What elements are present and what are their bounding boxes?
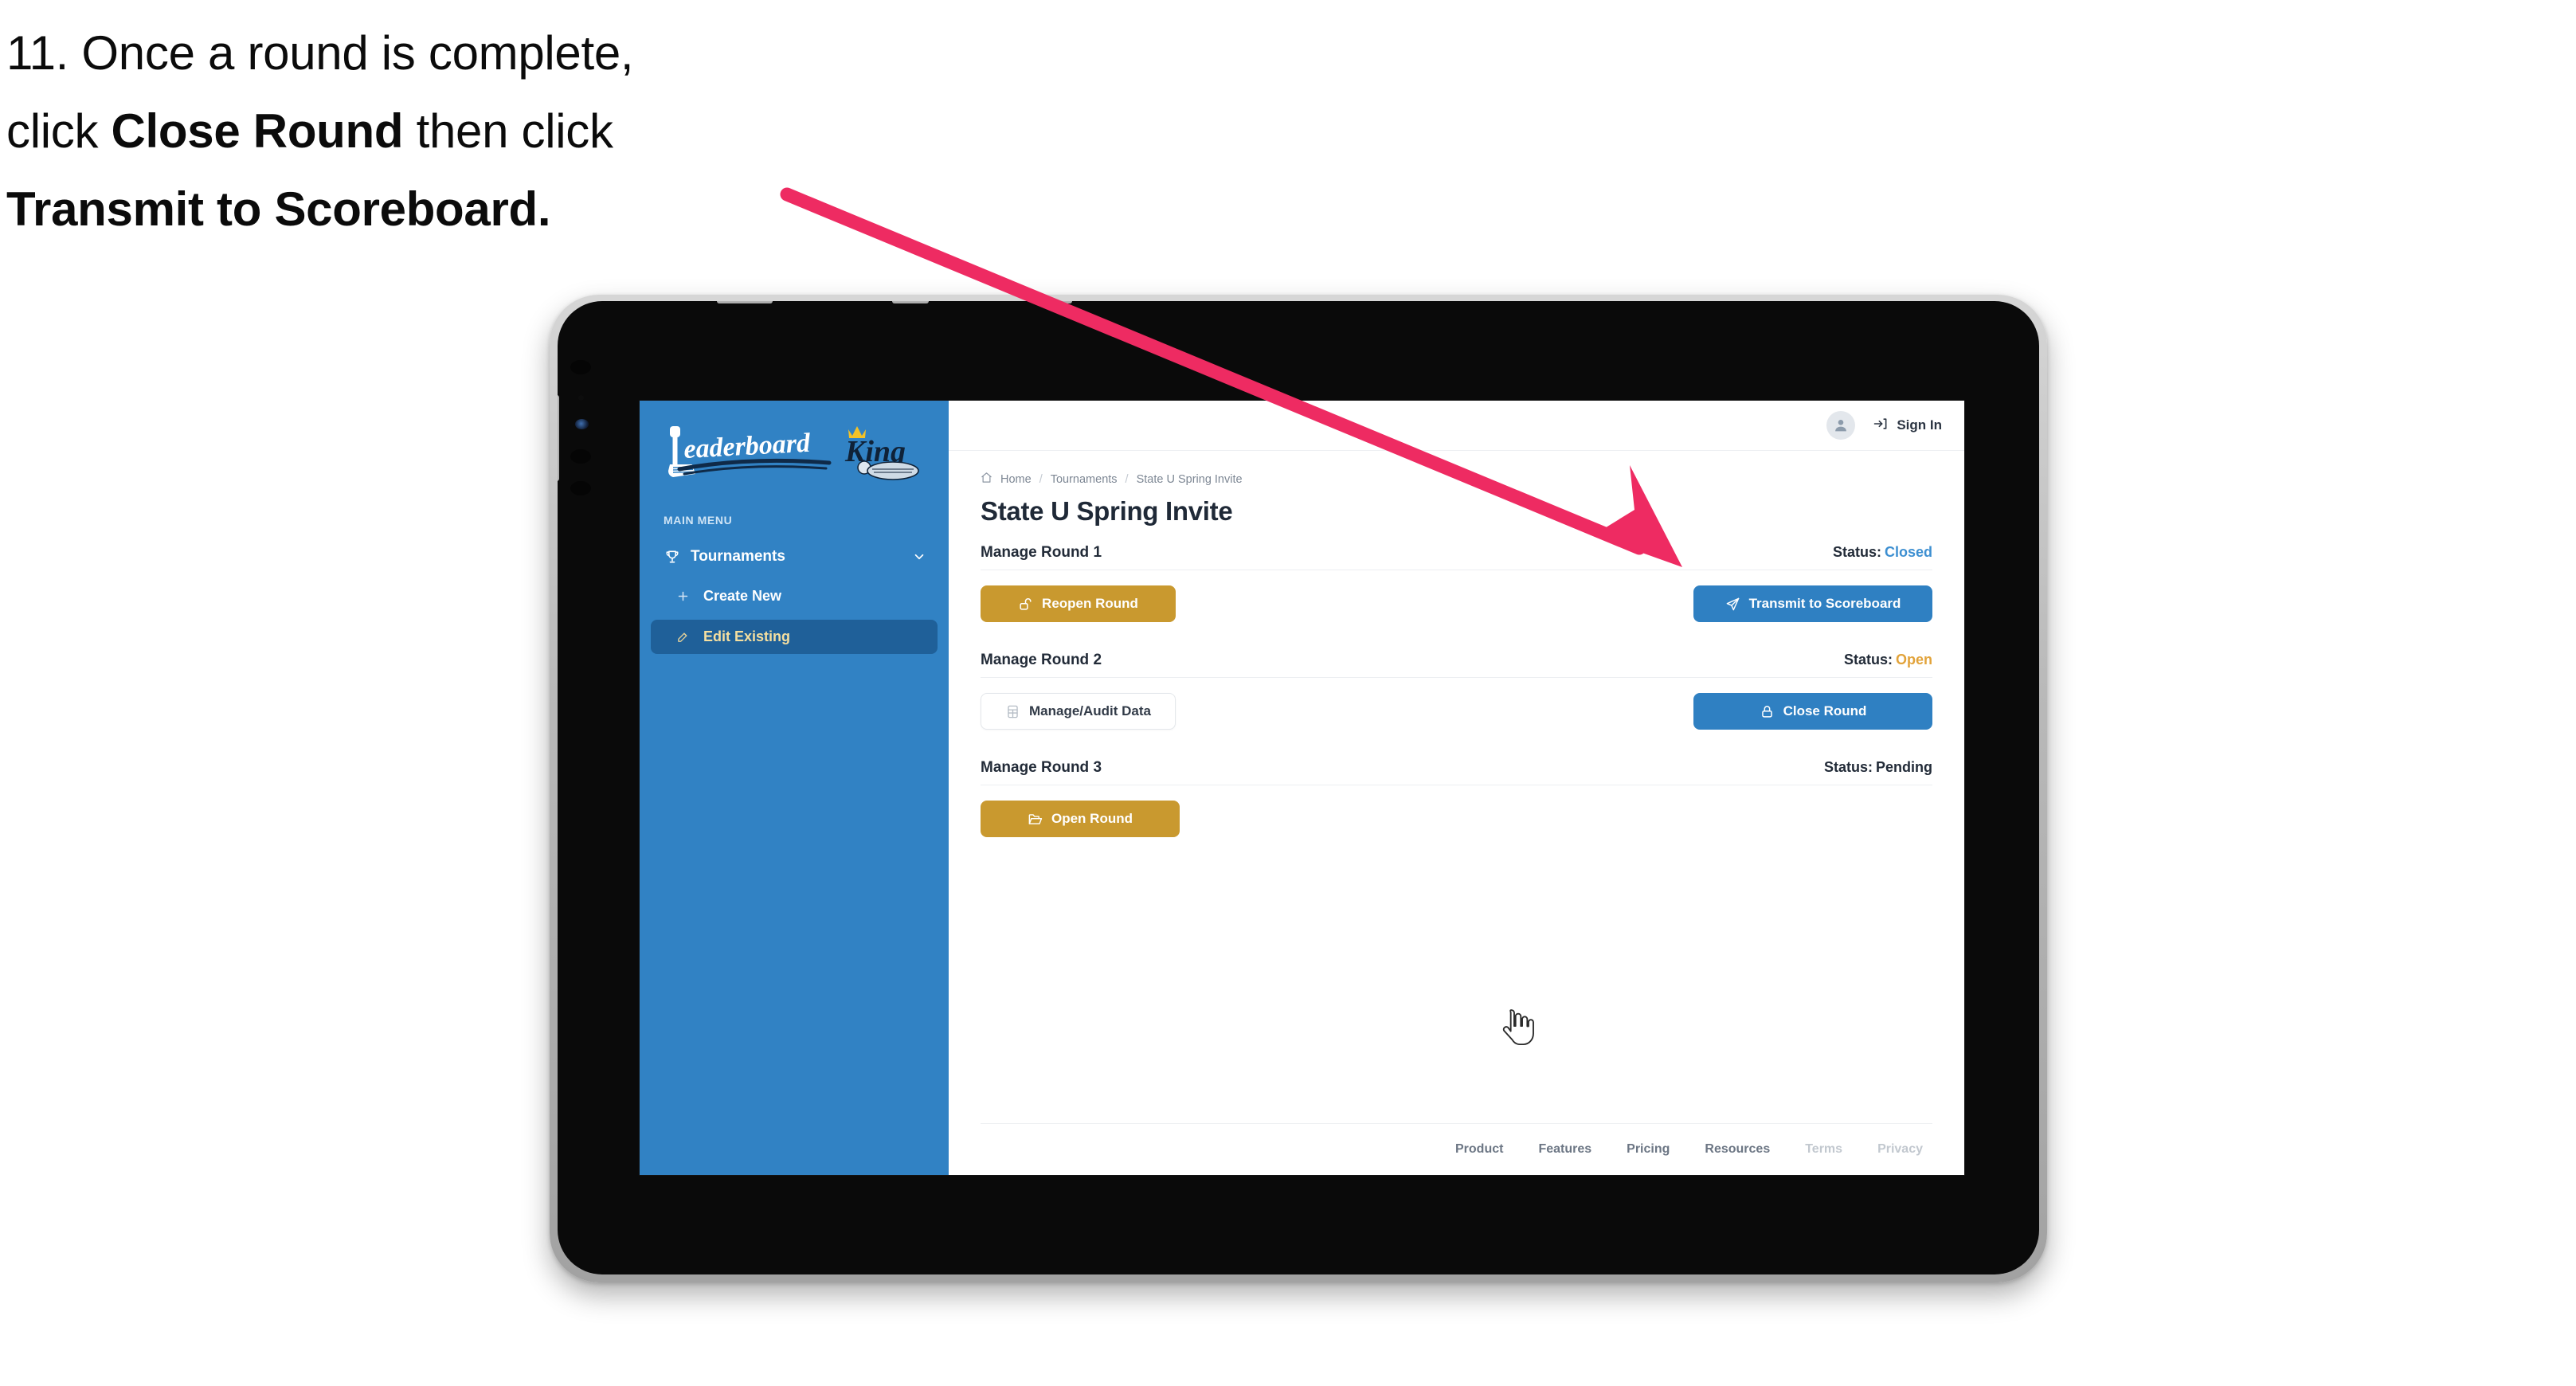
round-1-status: Status: Closed bbox=[1833, 544, 1932, 561]
sidebar-item-create-new[interactable]: Create New bbox=[651, 579, 938, 613]
round-3-header: Manage Round 3 Status: Pending bbox=[981, 759, 1932, 785]
device-top-button-1 bbox=[717, 301, 773, 303]
leaderboardking-logo[interactable]: eaderboard King bbox=[660, 421, 923, 485]
reopen-round-label: Reopen Round bbox=[1042, 596, 1138, 611]
footer-link-resources[interactable]: Resources bbox=[1705, 1142, 1770, 1157]
close-round-button[interactable]: Close Round bbox=[1693, 693, 1932, 730]
main-content: Sign In Home / Tournaments / State U Spr… bbox=[949, 401, 1964, 1175]
sidebar-item-edit-existing[interactable]: Edit Existing bbox=[651, 620, 938, 654]
sidebar-item-label-edit-existing: Edit Existing bbox=[703, 628, 791, 644]
round-3-status-value: Pending bbox=[1876, 759, 1932, 775]
breadcrumb-item-home[interactable]: Home bbox=[1000, 473, 1032, 486]
round-block-3: Manage Round 3 Status: Pending Open Roun… bbox=[981, 759, 1932, 838]
chevron-down-icon[interactable] bbox=[912, 550, 926, 564]
avatar[interactable] bbox=[1826, 411, 1856, 440]
breadcrumb: Home / Tournaments / State U Spring Invi… bbox=[981, 472, 1932, 487]
sign-in-button[interactable]: Sign In bbox=[1873, 416, 1942, 436]
round-2-actions: Manage/Audit Data Close Round bbox=[981, 692, 1932, 730]
table-grid-icon bbox=[1005, 704, 1020, 719]
speaker-hole-icon bbox=[570, 449, 591, 464]
microphone-icon bbox=[578, 395, 584, 401]
round-2-title: Manage Round 2 bbox=[981, 652, 1102, 668]
sign-in-label: Sign In bbox=[1897, 417, 1942, 433]
breadcrumb-item-tournaments[interactable]: Tournaments bbox=[1051, 473, 1118, 486]
home-icon[interactable] bbox=[981, 472, 992, 487]
device-side-button bbox=[558, 395, 559, 481]
device-top-button-2 bbox=[892, 301, 929, 303]
sign-in-arrow-icon bbox=[1873, 416, 1889, 436]
round-1-status-label: Status: bbox=[1832, 544, 1881, 560]
round-1-actions: Reopen Round Transmit to Scoreboard bbox=[981, 585, 1932, 623]
round-1-status-value: Closed bbox=[1884, 544, 1932, 560]
tablet-bezel: eaderboard King MAIN MENU Tournaments Cr… bbox=[558, 301, 2039, 1274]
close-round-label: Close Round bbox=[1783, 703, 1867, 718]
top-bar: Sign In bbox=[949, 401, 1964, 451]
caption-line-1: 11. Once a round is complete, bbox=[6, 26, 634, 80]
speaker-hole-2-icon bbox=[570, 481, 591, 495]
round-3-title: Manage Round 3 bbox=[981, 759, 1102, 776]
breadcrumb-item-current[interactable]: State U Spring Invite bbox=[1137, 473, 1243, 486]
caption-line-2-suffix: then click bbox=[403, 104, 613, 158]
lock-icon bbox=[1760, 704, 1775, 719]
breadcrumb-separator-2: / bbox=[1125, 472, 1129, 486]
caption-transmit-bold: Transmit to Scoreboard. bbox=[6, 182, 551, 236]
round-1-title: Manage Round 1 bbox=[981, 544, 1102, 561]
round-3-status: Status: Pending bbox=[1824, 759, 1932, 776]
round-2-header: Manage Round 2 Status: Open bbox=[981, 652, 1932, 678]
round-2-status: Status: Open bbox=[1844, 652, 1932, 668]
round-1-header: Manage Round 1 Status: Closed bbox=[981, 544, 1932, 570]
paper-plane-icon bbox=[1725, 597, 1740, 612]
sidebar-section-label: MAIN MENU bbox=[664, 514, 733, 527]
footer: Product Features Pricing Resources Terms… bbox=[981, 1123, 1932, 1175]
front-camera-icon bbox=[570, 360, 591, 374]
footer-link-pricing[interactable]: Pricing bbox=[1627, 1142, 1670, 1157]
plus-icon bbox=[673, 589, 692, 603]
transmit-to-scoreboard-label: Transmit to Scoreboard bbox=[1748, 596, 1901, 611]
open-round-label: Open Round bbox=[1051, 811, 1133, 826]
footer-link-terms[interactable]: Terms bbox=[1805, 1142, 1842, 1157]
breadcrumb-separator-1: / bbox=[1039, 472, 1043, 486]
round-block-2: Manage Round 2 Status: Open Manage/Audit… bbox=[981, 652, 1932, 730]
caption-close-round-bold: Close Round bbox=[111, 104, 404, 158]
instruction-caption: 11. Once a round is complete, click Clos… bbox=[6, 14, 851, 248]
sidebar-item-label-create-new: Create New bbox=[703, 588, 782, 604]
folder-open-icon bbox=[1028, 812, 1043, 827]
pencil-square-icon bbox=[673, 630, 692, 644]
device-top-button-3 bbox=[1035, 301, 1072, 303]
open-round-button[interactable]: Open Round bbox=[981, 801, 1180, 837]
round-block-1: Manage Round 1 Status: Closed Reopen Rou… bbox=[981, 544, 1932, 623]
caption-line-2-prefix: click bbox=[6, 104, 112, 158]
caption-line-2: click Close Round then click bbox=[6, 92, 851, 170]
round-2-status-label: Status: bbox=[1843, 652, 1893, 668]
sidebar-item-tournaments[interactable]: Tournaments bbox=[651, 541, 938, 573]
manage-audit-data-label: Manage/Audit Data bbox=[1028, 703, 1152, 718]
unlock-icon bbox=[1018, 597, 1033, 612]
sidebar-item-label-tournaments: Tournaments bbox=[691, 548, 785, 565]
footer-link-features[interactable]: Features bbox=[1538, 1142, 1591, 1157]
page-body: Home / Tournaments / State U Spring Invi… bbox=[949, 451, 1964, 1175]
app-screen: eaderboard King MAIN MENU Tournaments Cr… bbox=[640, 401, 1964, 1175]
light-sensor-icon bbox=[575, 419, 589, 429]
round-3-status-label: Status: bbox=[1823, 759, 1873, 775]
round-2-status-value: Open bbox=[1895, 652, 1932, 668]
footer-link-privacy[interactable]: Privacy bbox=[1877, 1142, 1923, 1157]
page-title: State U Spring Invite bbox=[981, 496, 1233, 526]
user-avatar-icon bbox=[1835, 420, 1847, 432]
sidebar: eaderboard King MAIN MENU Tournaments Cr… bbox=[640, 401, 949, 1175]
reopen-round-button[interactable]: Reopen Round bbox=[981, 585, 1176, 622]
footer-link-product[interactable]: Product bbox=[1455, 1142, 1503, 1157]
round-3-actions: Open Round bbox=[981, 800, 1932, 838]
manage-audit-data-button[interactable]: Manage/Audit Data bbox=[981, 693, 1176, 730]
tablet-device-frame: eaderboard King MAIN MENU Tournaments Cr… bbox=[550, 295, 2047, 1282]
trophy-icon bbox=[662, 549, 683, 565]
transmit-to-scoreboard-button[interactable]: Transmit to Scoreboard bbox=[1693, 585, 1932, 622]
